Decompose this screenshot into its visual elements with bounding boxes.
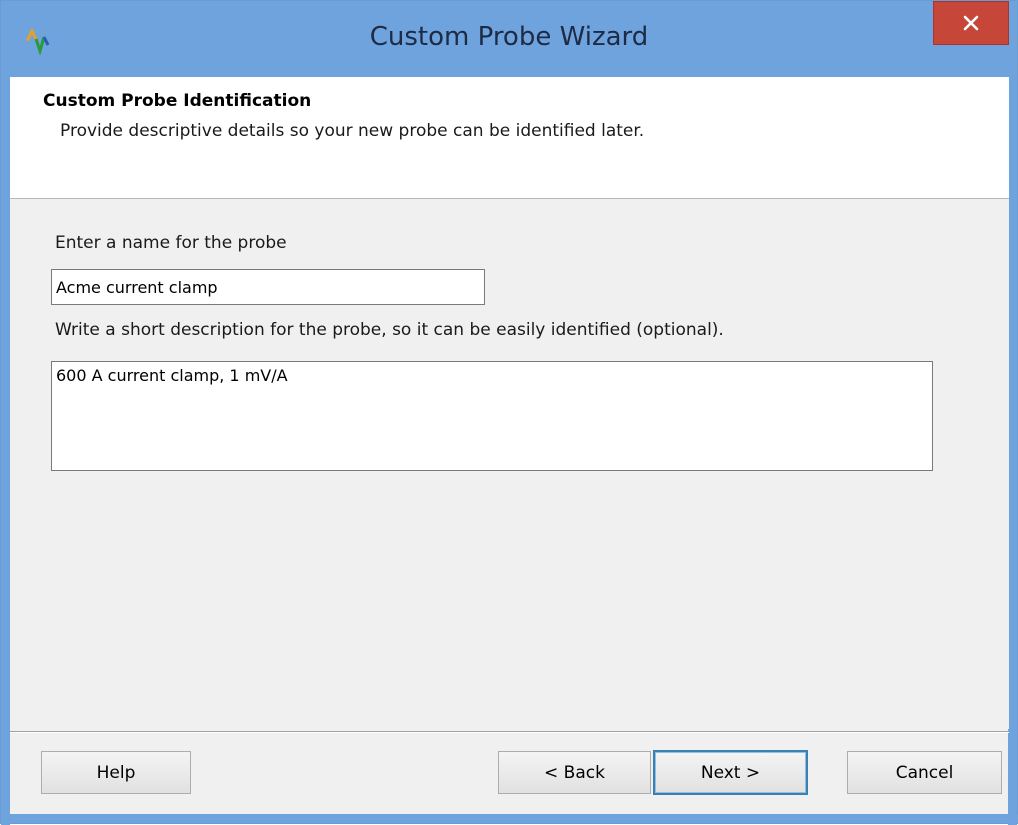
window-frame-right (1008, 77, 1017, 825)
title-bar[interactable]: Custom Probe Wizard (1, 1, 1017, 77)
wizard-window: Custom Probe Wizard Custom Probe Identif… (0, 0, 1018, 825)
description-textarea[interactable]: 600 A current clamp, 1 mV/A (51, 361, 933, 471)
description-label: Write a short description for the probe,… (55, 320, 724, 340)
page-title: Custom Probe Identification (43, 91, 312, 111)
page-subtitle: Provide descriptive details so your new … (60, 121, 645, 141)
window-frame-bottom (1, 814, 1018, 823)
button-separator-highlight (10, 732, 1009, 733)
probe-name-label: Enter a name for the probe (55, 233, 287, 253)
wizard-header: Custom Probe Identification Provide desc… (10, 77, 1009, 199)
wizard-content: Enter a name for the probe Write a short… (10, 199, 1009, 729)
probe-name-input[interactable] (51, 269, 485, 305)
help-button[interactable]: Help (41, 751, 191, 794)
back-button[interactable]: < Back (498, 751, 651, 794)
close-button[interactable] (933, 1, 1009, 45)
close-icon (963, 15, 979, 31)
next-button[interactable]: Next > (653, 750, 808, 795)
window-frame-left (1, 77, 10, 825)
window-title: Custom Probe Wizard (369, 22, 649, 52)
cancel-button[interactable]: Cancel (847, 751, 1002, 794)
